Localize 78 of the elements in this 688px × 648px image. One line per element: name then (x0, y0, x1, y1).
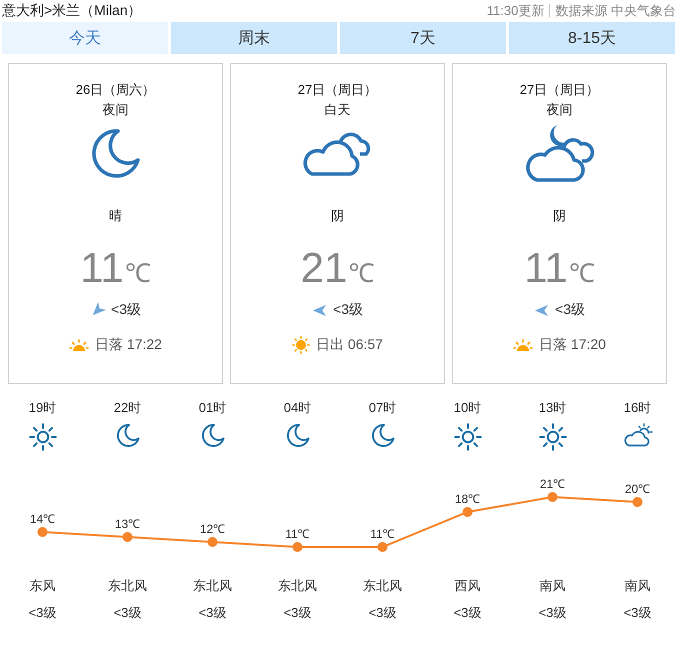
wind-level: <3级 (454, 604, 482, 621)
date-label: 27日（周日） (298, 81, 378, 98)
wind-direction-label: 东北风 (193, 577, 232, 594)
hour-label: 16时 (624, 399, 652, 416)
wind-level: <3级 (333, 301, 363, 319)
forecast-tab[interactable]: 今天 (2, 22, 168, 54)
temperature-unit: ℃ (348, 259, 374, 287)
hour-label: 22时 (114, 399, 142, 416)
sun-time-label: 日落 17:22 (95, 336, 162, 354)
wind-direction-label: 东北风 (363, 577, 402, 594)
data-source: 数据来源 中央气象台 (555, 2, 676, 20)
crescent-moon-icon (90, 127, 142, 179)
update-time: 11:30更新 (486, 2, 544, 20)
date-label: 27日（周日） (520, 81, 600, 98)
temperature-point (292, 542, 302, 552)
wind-level: <3级 (538, 604, 566, 621)
temperature-unit: ℃ (124, 259, 151, 287)
date-label: 26日（周六） (76, 81, 156, 98)
hour-label: 01时 (198, 399, 226, 416)
condition-label: 晴 (109, 207, 122, 224)
wind-level: <3级 (114, 604, 142, 621)
hour-label: 19时 (28, 399, 56, 416)
temperature-point (208, 537, 218, 547)
cloud-with-moon-icon (524, 123, 596, 183)
temperature-value: 21 (300, 246, 348, 290)
cloud-with-sun-icon (622, 423, 652, 447)
condition-label: 阴 (553, 207, 566, 224)
wind-level: <3级 (28, 604, 56, 621)
temperature-label: 11℃ (370, 527, 395, 541)
hour-label: 10时 (454, 399, 482, 416)
hour-label: 04时 (284, 399, 312, 416)
temperature-point (462, 507, 472, 517)
crescent-moon-icon (116, 423, 140, 447)
wind-level: <3级 (111, 301, 141, 319)
wind-direction-label: 东北风 (108, 577, 147, 594)
wind-direction-label: 东北风 (278, 577, 317, 594)
forecast-tab[interactable]: 周末 (171, 22, 337, 54)
condition-label: 阴 (331, 207, 344, 224)
temperature-point (378, 542, 388, 552)
forecast-tab[interactable]: 7天 (340, 22, 506, 54)
temperature-label: 21℃ (540, 477, 566, 491)
temperature-point (632, 497, 642, 507)
period-label: 夜间 (102, 101, 128, 118)
sun-time-label: 日落 17:20 (539, 336, 606, 354)
temperature-label: 18℃ (454, 492, 480, 506)
temperature-point (38, 527, 48, 537)
temperature-label: 20℃ (624, 482, 650, 496)
temperature-value: 11 (80, 246, 124, 290)
temperature-point (122, 532, 132, 542)
period-label: 夜间 (546, 101, 572, 118)
temperature-label: 11℃ (285, 527, 310, 541)
wind-direction-label: 东风 (30, 577, 56, 594)
wind-level: <3级 (555, 301, 585, 319)
wind-level: <3级 (624, 604, 652, 621)
sun-icon (538, 423, 566, 451)
temperature-unit: ℃ (568, 259, 595, 287)
temperature-label: 14℃ (30, 512, 56, 526)
temperature-value: 11 (524, 246, 568, 290)
forecast-tab[interactable]: 8-15天 (509, 22, 675, 54)
wind-direction-label: 南风 (624, 577, 650, 594)
temperature-label: 12℃ (200, 522, 226, 536)
wind-level: <3级 (198, 604, 226, 621)
temperature-point (548, 492, 558, 502)
crescent-moon-icon (200, 423, 224, 447)
crescent-moon-icon (370, 423, 394, 447)
wind-direction-label: 南风 (540, 577, 566, 594)
wind-level: <3级 (368, 604, 396, 621)
temperature-label: 13℃ (114, 517, 140, 531)
hour-label: 13时 (538, 399, 566, 416)
sun-icon (28, 423, 56, 451)
sun-time-label: 日出 06:57 (316, 336, 383, 354)
wind-level: <3级 (284, 604, 312, 621)
crescent-moon-icon (286, 423, 310, 447)
location-breadcrumb: 意大利>米兰（Milan） (2, 2, 142, 20)
period-label: 白天 (324, 101, 350, 118)
wind-direction-label: 西风 (454, 577, 480, 594)
hour-label: 07时 (368, 399, 396, 416)
sun-icon (454, 423, 482, 451)
